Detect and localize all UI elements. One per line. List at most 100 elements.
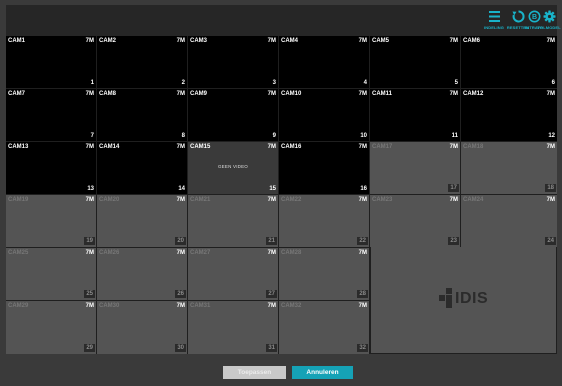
camera-number: 5 bbox=[454, 80, 458, 86]
camera-number: 13 bbox=[87, 186, 94, 192]
camera-number: 8 bbox=[181, 133, 185, 139]
camera-resolution: 7M bbox=[358, 303, 367, 309]
camera-tile-11[interactable]: CAM11 7M 11 bbox=[370, 89, 460, 141]
camera-number: 23 bbox=[448, 237, 459, 245]
camera-resolution: 7M bbox=[176, 303, 185, 309]
camera-tile-21[interactable]: CAM21 7M 21 bbox=[188, 195, 278, 247]
camera-number: 1 bbox=[90, 80, 94, 86]
footer: Toepassen Annuleren bbox=[0, 356, 562, 386]
camera-tile-9[interactable]: CAM9 7M 9 bbox=[188, 89, 278, 141]
camera-tile-16[interactable]: CAM16 7M 16 bbox=[279, 142, 369, 194]
camera-number: 11 bbox=[451, 133, 458, 139]
camera-number: 28 bbox=[357, 290, 368, 298]
camera-name: CAM3 bbox=[190, 38, 208, 44]
camera-number: 4 bbox=[363, 80, 367, 86]
camera-tile-15[interactable]: CAM15 7M 15 GEEN VIDEO bbox=[188, 142, 278, 194]
camera-number: 18 bbox=[545, 184, 556, 192]
camera-tile-31[interactable]: CAM31 7M 31 bbox=[188, 301, 278, 354]
no-video-message: GEEN VIDEO bbox=[217, 164, 248, 169]
camera-name: CAM25 bbox=[8, 250, 29, 256]
camera-resolution: 7M bbox=[85, 91, 94, 97]
logo-text: IDIS bbox=[455, 290, 489, 307]
camera-resolution: 7M bbox=[85, 250, 94, 256]
camera-tile-8[interactable]: CAM8 7M 8 bbox=[97, 89, 187, 141]
camera-tile-23[interactable]: CAM23 7M 23 bbox=[370, 195, 460, 247]
camera-resolution: 7M bbox=[176, 250, 185, 256]
layout-label: INDELING bbox=[484, 25, 504, 30]
camera-tile-10[interactable]: CAM10 7M 10 bbox=[279, 89, 369, 141]
camera-resolution: 7M bbox=[358, 197, 367, 203]
camera-number: 20 bbox=[175, 237, 186, 245]
layout-button[interactable]: INDELING bbox=[481, 10, 507, 34]
camera-resolution: 7M bbox=[85, 197, 94, 203]
camera-tile-3[interactable]: CAM3 7M 3 bbox=[188, 36, 278, 88]
camera-name: CAM19 bbox=[8, 197, 29, 203]
camera-tile-5[interactable]: CAM5 7M 5 bbox=[370, 36, 460, 88]
camera-name: CAM30 bbox=[99, 303, 120, 309]
camera-number: 17 bbox=[448, 184, 459, 192]
camera-number: 26 bbox=[175, 290, 186, 298]
camera-resolution: 7M bbox=[85, 144, 94, 150]
camera-tile-19[interactable]: CAM19 7M 19 bbox=[6, 195, 96, 247]
camera-name: CAM1 bbox=[8, 38, 26, 44]
camera-resolution: 7M bbox=[267, 197, 276, 203]
camera-tile-12[interactable]: CAM12 7M 12 bbox=[461, 89, 557, 141]
camera-tile-20[interactable]: CAM20 7M 20 bbox=[97, 195, 187, 247]
camera-tile-7[interactable]: CAM7 7M 7 bbox=[6, 89, 96, 141]
camera-number: 22 bbox=[357, 237, 368, 245]
camera-resolution: 7M bbox=[546, 197, 555, 203]
logo-panel: IDIS bbox=[371, 247, 556, 353]
apply-button[interactable]: Toepassen bbox=[223, 366, 286, 379]
camera-tile-30[interactable]: CAM30 7M 30 bbox=[97, 301, 187, 354]
camera-number: 27 bbox=[266, 290, 277, 298]
camera-tile-18[interactable]: CAM18 7M 18 bbox=[461, 142, 557, 194]
camera-name: CAM21 bbox=[190, 197, 211, 203]
camera-resolution: 7M bbox=[449, 144, 458, 150]
idis-mark-icon bbox=[439, 288, 452, 308]
camera-tile-6[interactable]: CAM6 7M 6 bbox=[461, 36, 557, 88]
camera-resolution: 7M bbox=[267, 303, 276, 309]
camera-name: CAM13 bbox=[8, 144, 29, 150]
camera-resolution: 7M bbox=[85, 38, 94, 44]
camera-tile-29[interactable]: CAM29 7M 29 bbox=[6, 301, 96, 354]
camera-tile-28[interactable]: CAM28 7M 28 bbox=[279, 248, 369, 300]
camera-resolution: 7M bbox=[176, 197, 185, 203]
camera-number: 30 bbox=[175, 344, 186, 352]
camera-name: CAM32 bbox=[281, 303, 302, 309]
camera-name: CAM14 bbox=[99, 144, 120, 150]
camera-tile-13[interactable]: CAM13 7M 13 bbox=[6, 142, 96, 194]
camera-name: CAM15 bbox=[190, 144, 211, 150]
camera-tile-14[interactable]: CAM14 7M 14 bbox=[97, 142, 187, 194]
camera-resolution: 7M bbox=[449, 38, 458, 44]
camera-number: 25 bbox=[84, 290, 95, 298]
camera-tile-17[interactable]: CAM17 7M 17 bbox=[370, 142, 460, 194]
camera-name: CAM31 bbox=[190, 303, 211, 309]
camera-tile-2[interactable]: CAM2 7M 2 bbox=[97, 36, 187, 88]
camera-resolution: 7M bbox=[176, 38, 185, 44]
camera-name: CAM18 bbox=[463, 144, 484, 150]
camera-resolution: 7M bbox=[176, 91, 185, 97]
camera-name: CAM9 bbox=[190, 91, 208, 97]
camera-tile-1[interactable]: CAM1 7M 1 bbox=[6, 36, 96, 88]
camera-name: CAM23 bbox=[372, 197, 393, 203]
layout-list-icon bbox=[488, 11, 500, 22]
camera-resolution: 7M bbox=[176, 144, 185, 150]
gear-icon bbox=[543, 10, 555, 23]
camera-tile-22[interactable]: CAM22 7M 22 bbox=[279, 195, 369, 247]
camera-tile-25[interactable]: CAM25 7M 25 bbox=[6, 248, 96, 300]
camera-number: 12 bbox=[548, 133, 555, 139]
camera-tile-27[interactable]: CAM27 7M 27 bbox=[188, 248, 278, 300]
camera-tile-24[interactable]: CAM24 7M 24 bbox=[461, 195, 557, 247]
camera-resolution: 7M bbox=[267, 91, 276, 97]
camera-number: 24 bbox=[545, 237, 556, 245]
camera-tile-26[interactable]: CAM26 7M 26 bbox=[97, 248, 187, 300]
camera-tile-4[interactable]: CAM4 7M 4 bbox=[279, 36, 369, 88]
camera-name: CAM5 bbox=[372, 38, 390, 44]
cancel-button[interactable]: Annuleren bbox=[292, 366, 353, 379]
camera-name: CAM8 bbox=[99, 91, 117, 97]
camera-name: CAM17 bbox=[372, 144, 393, 150]
camera-name: CAM10 bbox=[281, 91, 302, 97]
full-model-button[interactable]: VOLMODEL bbox=[536, 10, 562, 34]
camera-resolution: 7M bbox=[358, 250, 367, 256]
camera-tile-32[interactable]: CAM32 7M 32 bbox=[279, 301, 369, 354]
